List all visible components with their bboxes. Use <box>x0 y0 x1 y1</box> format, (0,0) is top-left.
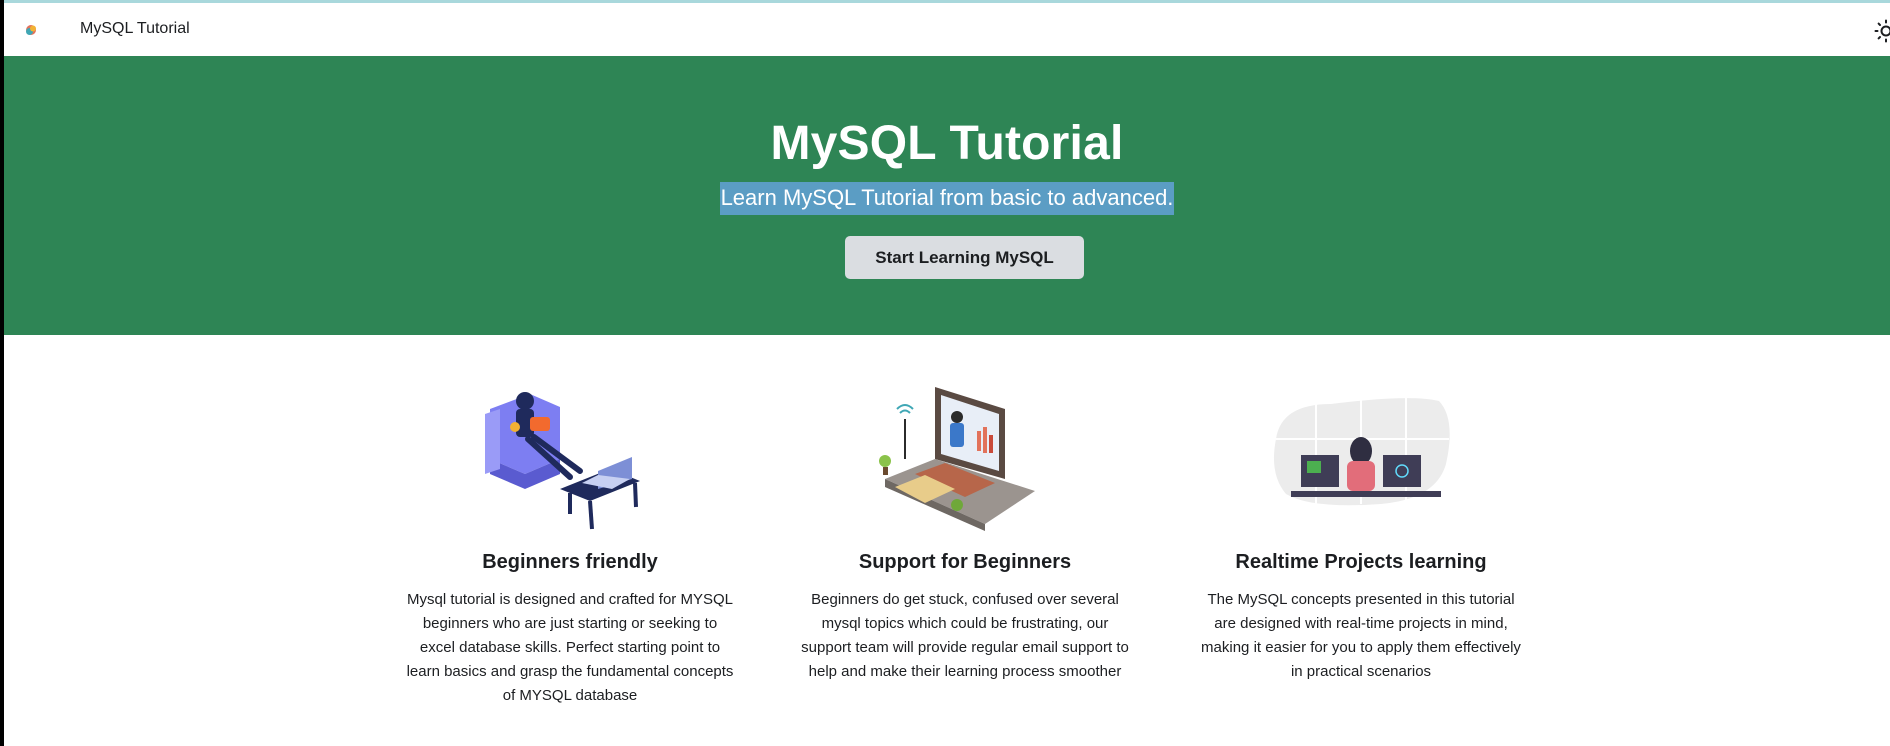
hero-subtitle: Learn MySQL Tutorial from basic to advan… <box>719 182 1175 215</box>
mysql-logo-icon[interactable] <box>24 23 38 37</box>
feature-description: Mysql tutorial is designed and crafted f… <box>406 591 734 704</box>
hero-title: MySQL Tutorial <box>770 117 1124 170</box>
feature-description: The MySQL concepts presented in this tut… <box>1201 591 1521 680</box>
features-section: Beginners friendly Mysql tutorial is des… <box>4 335 1890 746</box>
feature-title: Beginners friendly <box>482 551 658 573</box>
person-on-couch-with-laptop-illustration <box>485 392 640 530</box>
navbar: MySQL Tutorial <box>4 3 1890 56</box>
online-teacher-laptop-illustration <box>879 387 1035 531</box>
feature-title: Realtime Projects learning <box>1235 551 1487 573</box>
navbar-brand[interactable]: MySQL Tutorial <box>80 20 190 38</box>
hero-banner: MySQL Tutorial Learn MySQL Tutorial from… <box>4 56 1890 335</box>
developer-at-desk-illustration <box>1273 397 1450 506</box>
feature-title: Support for Beginners <box>858 551 1072 573</box>
sun-icon[interactable] <box>1874 19 1890 43</box>
start-learning-button[interactable]: Start Learning MySQL <box>845 236 1084 279</box>
feature-description: Beginners do get stuck, confused over se… <box>801 591 1129 680</box>
page: MySQL Tutorial MySQL Tutorial Learn MySQ… <box>4 0 1890 746</box>
